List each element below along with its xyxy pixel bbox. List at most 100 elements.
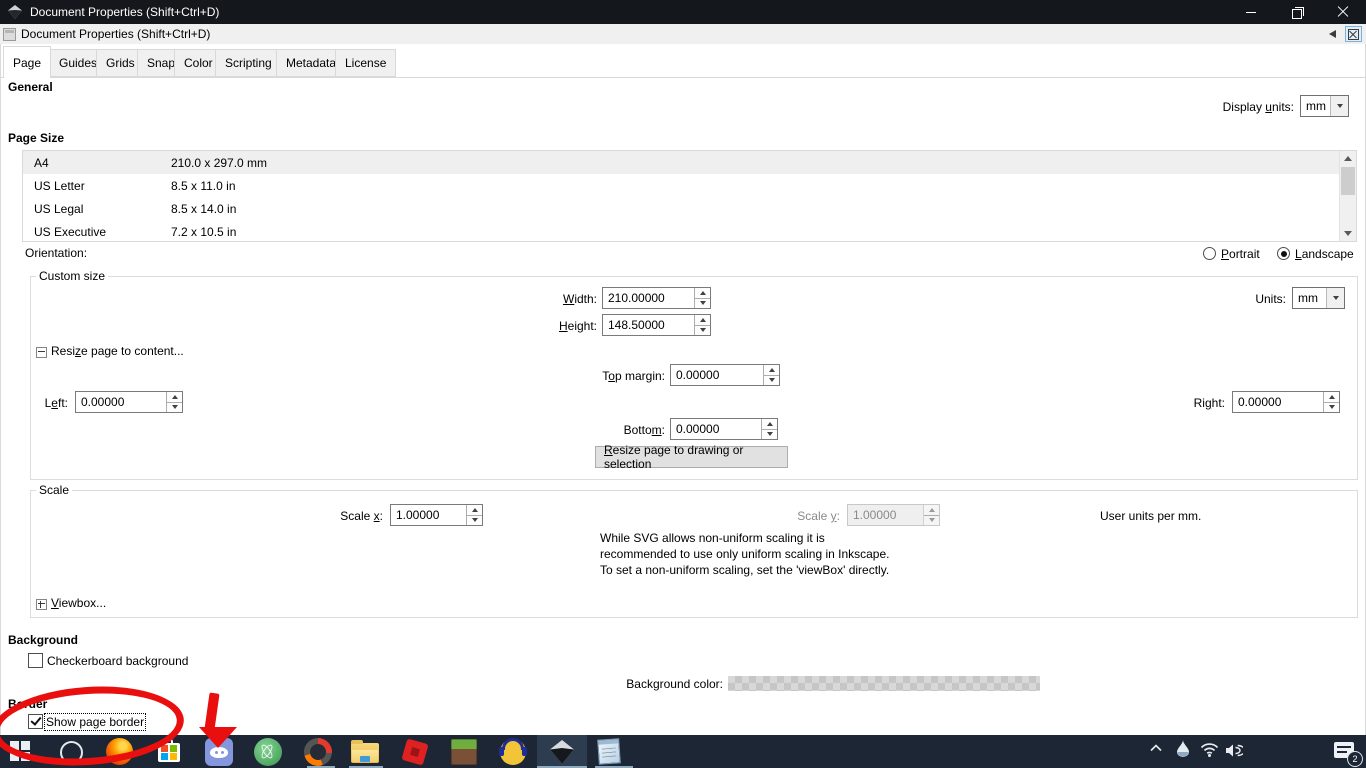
right-margin-spinner[interactable]: [1323, 392, 1339, 412]
page-size-heading: Page Size: [8, 131, 64, 145]
portrait-label[interactable]: Portrait: [1221, 247, 1260, 261]
height-spinner[interactable]: [694, 315, 710, 335]
taskbar-icon-inkscape[interactable]: [549, 739, 575, 765]
bottom-margin-label: Bottom:: [545, 423, 665, 437]
top-margin-spinner[interactable]: [763, 365, 779, 385]
tray-expand-button[interactable]: [1150, 744, 1162, 752]
scroll-down-icon[interactable]: [1340, 226, 1356, 241]
chevron-down-icon[interactable]: [1326, 288, 1344, 308]
taskbar-icon-file-explorer[interactable]: [351, 739, 379, 763]
checkerboard-label[interactable]: Checkerboard background: [47, 654, 188, 668]
right-margin-input[interactable]: 0.00000: [1233, 392, 1323, 412]
scale-x-input[interactable]: 1.00000: [391, 505, 466, 525]
width-input[interactable]: 210.00000: [603, 288, 694, 308]
page-size-row-us-letter[interactable]: US Letter 8.5 x 11.0 in: [23, 174, 1356, 197]
bottom-margin-input[interactable]: 0.00000: [671, 419, 761, 439]
width-spinner[interactable]: [694, 288, 710, 308]
tab-scripting[interactable]: Scripting: [215, 49, 282, 77]
left-margin-spinner[interactable]: [166, 392, 182, 412]
spin-down-icon[interactable]: [695, 326, 710, 336]
page-size-row-us-executive[interactable]: US Executive 7.2 x 10.5 in: [23, 220, 1356, 243]
spin-down-icon[interactable]: [1324, 403, 1339, 413]
right-margin-field[interactable]: 0.00000: [1232, 391, 1340, 413]
notification-badge: 2: [1347, 751, 1363, 767]
annotation-arrow-stem: [204, 692, 219, 730]
taskbar-icon-headphones-app[interactable]: [500, 739, 526, 765]
left-margin-field[interactable]: 0.00000: [75, 391, 183, 413]
panel-icon: [3, 28, 16, 41]
scale-x-field[interactable]: 1.00000: [390, 504, 483, 526]
spin-down-icon[interactable]: [167, 403, 182, 413]
units-select[interactable]: mm: [1292, 287, 1345, 309]
spin-up-icon[interactable]: [1324, 392, 1339, 403]
landscape-radio[interactable]: [1277, 247, 1290, 260]
expand-icon[interactable]: [36, 599, 47, 610]
spin-up-icon[interactable]: [467, 505, 482, 516]
minimize-button[interactable]: [1228, 0, 1274, 24]
scale-legend: Scale: [36, 483, 72, 497]
bottom-margin-field[interactable]: 0.00000: [670, 418, 778, 440]
collapse-icon[interactable]: [36, 347, 47, 358]
spin-down-icon[interactable]: [467, 516, 482, 526]
spin-up-icon[interactable]: [695, 315, 710, 326]
close-panel-button[interactable]: [1345, 26, 1362, 42]
height-label: Height:: [497, 319, 597, 333]
width-field[interactable]: 210.00000: [602, 287, 711, 309]
atom-icon: [254, 738, 282, 766]
scroll-up-icon[interactable]: [1340, 151, 1356, 166]
page-size-scrollbar[interactable]: [1339, 151, 1356, 241]
close-button[interactable]: [1320, 0, 1366, 24]
height-input[interactable]: 148.50000: [603, 315, 694, 335]
tab-pane-border: [0, 77, 1366, 78]
restore-button[interactable]: [1274, 0, 1320, 24]
display-units-value: mm: [1301, 96, 1330, 116]
spin-down-icon[interactable]: [764, 376, 779, 386]
height-field[interactable]: 148.50000: [602, 314, 711, 336]
resize-to-content-expander[interactable]: Resize page to content...: [51, 344, 184, 358]
spin-up-icon[interactable]: [762, 419, 777, 430]
spin-up-icon[interactable]: [695, 288, 710, 299]
page-size-row-us-legal[interactable]: US Legal 8.5 x 14.0 in: [23, 197, 1356, 220]
spin-up-icon[interactable]: [167, 392, 182, 403]
scrollbar-thumb[interactable]: [1341, 167, 1355, 195]
taskbar-icon-dark-red-app[interactable]: [304, 738, 332, 766]
top-margin-input[interactable]: 0.00000: [671, 365, 763, 385]
speaker-icon: [1225, 743, 1243, 758]
portrait-radio[interactable]: [1203, 247, 1216, 260]
window-titlebar: Document Properties (Shift+Ctrl+D): [0, 0, 1366, 24]
viewbox-expander[interactable]: Viewbox...: [51, 596, 106, 610]
scale-y-field: 1.00000: [847, 504, 940, 526]
undock-panel-button[interactable]: [1324, 26, 1341, 42]
custom-size-legend: Custom size: [36, 269, 108, 283]
page-size-row-a4[interactable]: A4 210.0 x 297.0 mm: [23, 151, 1356, 174]
taskbar-icon-roblox[interactable]: [404, 741, 426, 763]
close-panel-icon: [1348, 29, 1359, 40]
spin-down-icon[interactable]: [762, 430, 777, 440]
top-margin-label: Top margin:: [545, 369, 665, 383]
taskbar-icon-minecraft[interactable]: [451, 739, 477, 765]
units-label: Units:: [1186, 292, 1286, 306]
top-margin-field[interactable]: 0.00000: [670, 364, 780, 386]
spin-down-icon[interactable]: [695, 299, 710, 309]
display-units-select[interactable]: mm: [1300, 95, 1349, 117]
taskbar-icon-notepad[interactable]: [598, 739, 620, 764]
tab-license[interactable]: License: [335, 49, 396, 77]
taskbar-icon-green-app[interactable]: [254, 738, 282, 766]
scale-x-spinner[interactable]: [466, 505, 482, 525]
resize-to-drawing-button[interactable]: Resize page to drawing or selection: [595, 446, 788, 468]
bottom-margin-spinner[interactable]: [761, 419, 777, 439]
tray-icon-volume[interactable]: [1225, 743, 1243, 758]
tray-icon-droplet[interactable]: [1176, 740, 1190, 757]
page-size-list: A4 210.0 x 297.0 mm US Letter 8.5 x 11.0…: [22, 150, 1357, 242]
tab-page[interactable]: Page: [3, 46, 51, 78]
landscape-label[interactable]: Landscape: [1295, 247, 1354, 261]
left-margin-input[interactable]: 0.00000: [76, 392, 166, 412]
scale-y-label: Scale y:: [740, 509, 840, 523]
chevron-up-icon: [1150, 744, 1162, 752]
chevron-down-icon[interactable]: [1330, 96, 1348, 116]
left-margin-label: Left:: [18, 396, 68, 410]
checkerboard-checkbox[interactable]: [28, 653, 43, 668]
background-color-swatch[interactable]: [728, 676, 1040, 691]
spin-up-icon[interactable]: [764, 365, 779, 376]
tray-icon-wifi[interactable]: [1200, 743, 1219, 757]
